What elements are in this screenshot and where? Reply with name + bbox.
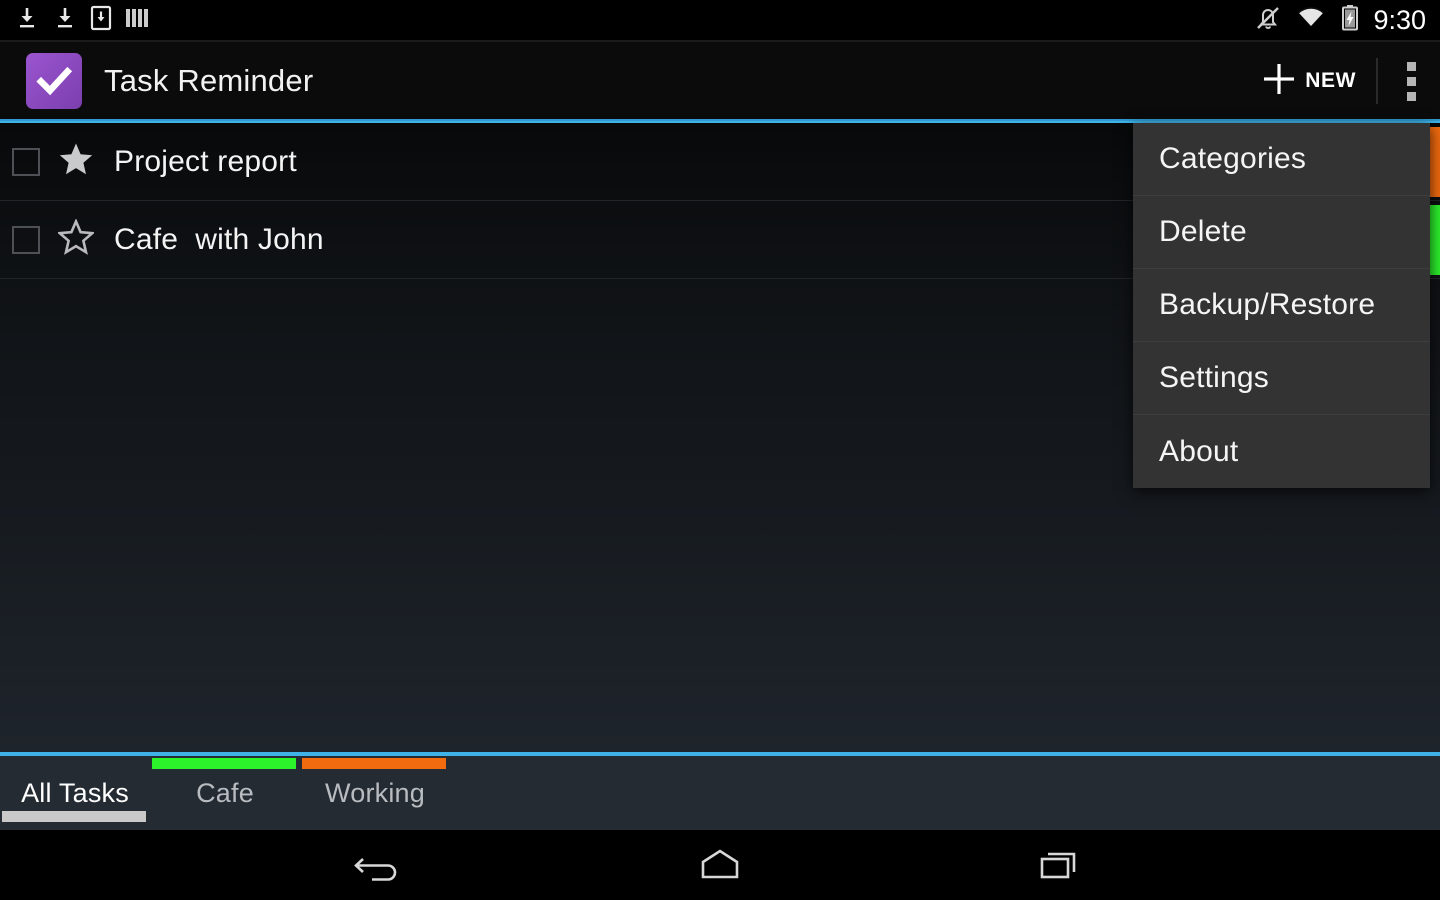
download-icon-2 <box>52 5 78 36</box>
app-logo-checkmark <box>26 53 82 109</box>
overflow-dot-1 <box>1406 61 1416 71</box>
nav-spacer-right <box>795 830 985 900</box>
menu-item-label: About <box>1159 434 1239 468</box>
menu-item-about[interactable]: About <box>1133 415 1430 488</box>
save-to-device-icon <box>90 5 112 36</box>
status-bar-system-icons: 9:30 <box>1254 4 1440 37</box>
back-button[interactable] <box>305 830 455 900</box>
status-bar-clock: 9:30 <box>1373 4 1426 35</box>
wifi-icon <box>1295 5 1327 36</box>
android-screen: 9:30 Task Reminder NEW Project report Ca… <box>0 0 1440 900</box>
tab-category-color <box>302 758 446 769</box>
download-icon <box>14 5 40 36</box>
overflow-dot-3 <box>1406 91 1416 101</box>
tab-working[interactable]: Working <box>300 756 450 830</box>
status-bar: 9:30 <box>0 0 1440 40</box>
menu-item-backup-restore[interactable]: Backup/Restore <box>1133 269 1430 342</box>
nav-spacer-left <box>455 830 645 900</box>
tab-cafe[interactable]: Cafe <box>150 756 300 830</box>
status-bar-notification-icons <box>0 5 150 36</box>
battery-charging-icon <box>1340 4 1360 37</box>
menu-item-categories[interactable]: Categories <box>1133 123 1430 196</box>
task-title: Project report <box>114 144 297 178</box>
tab-label: Cafe <box>196 777 254 808</box>
android-navigation-bar <box>0 830 1440 900</box>
tab-label: Working <box>325 777 425 808</box>
library-bars-icon <box>124 5 150 36</box>
tab-label: All Tasks <box>21 777 129 808</box>
overflow-dot-2 <box>1406 76 1416 86</box>
action-bar-divider <box>1376 58 1378 104</box>
new-task-label: NEW <box>1305 69 1356 92</box>
action-bar-actions: NEW <box>1249 42 1440 120</box>
tab-category-color <box>152 758 296 769</box>
category-tab-bar: All Tasks Cafe Working <box>0 752 1440 830</box>
tab-active-indicator <box>2 811 146 822</box>
recent-apps-button[interactable] <box>985 830 1135 900</box>
task-title: Cafe with John <box>114 222 324 256</box>
overflow-dropdown-menu: Categories Delete Backup/Restore Setting… <box>1133 123 1430 488</box>
star-filled-icon[interactable] <box>58 141 94 182</box>
action-bar: Task Reminder NEW <box>0 42 1440 120</box>
overflow-menu-icon[interactable] <box>1382 42 1440 120</box>
menu-item-label: Backup/Restore <box>1159 288 1376 321</box>
page-title: Task Reminder <box>104 63 314 98</box>
star-outline-icon[interactable] <box>56 218 96 260</box>
tab-strip: All Tasks Cafe Working <box>0 756 1440 830</box>
silent-mode-icon <box>1254 4 1282 37</box>
menu-item-label: Categories <box>1159 142 1307 175</box>
task-checkbox[interactable] <box>12 225 40 254</box>
home-button[interactable] <box>645 830 795 900</box>
menu-item-label: Settings <box>1159 361 1269 394</box>
menu-item-label: Delete <box>1159 215 1247 248</box>
menu-item-settings[interactable]: Settings <box>1133 342 1430 415</box>
plus-icon <box>1259 59 1299 104</box>
tab-all-tasks[interactable]: All Tasks <box>0 756 150 830</box>
task-checkbox[interactable] <box>12 147 40 176</box>
menu-item-delete[interactable]: Delete <box>1133 196 1430 269</box>
new-task-button[interactable]: NEW <box>1249 42 1372 120</box>
